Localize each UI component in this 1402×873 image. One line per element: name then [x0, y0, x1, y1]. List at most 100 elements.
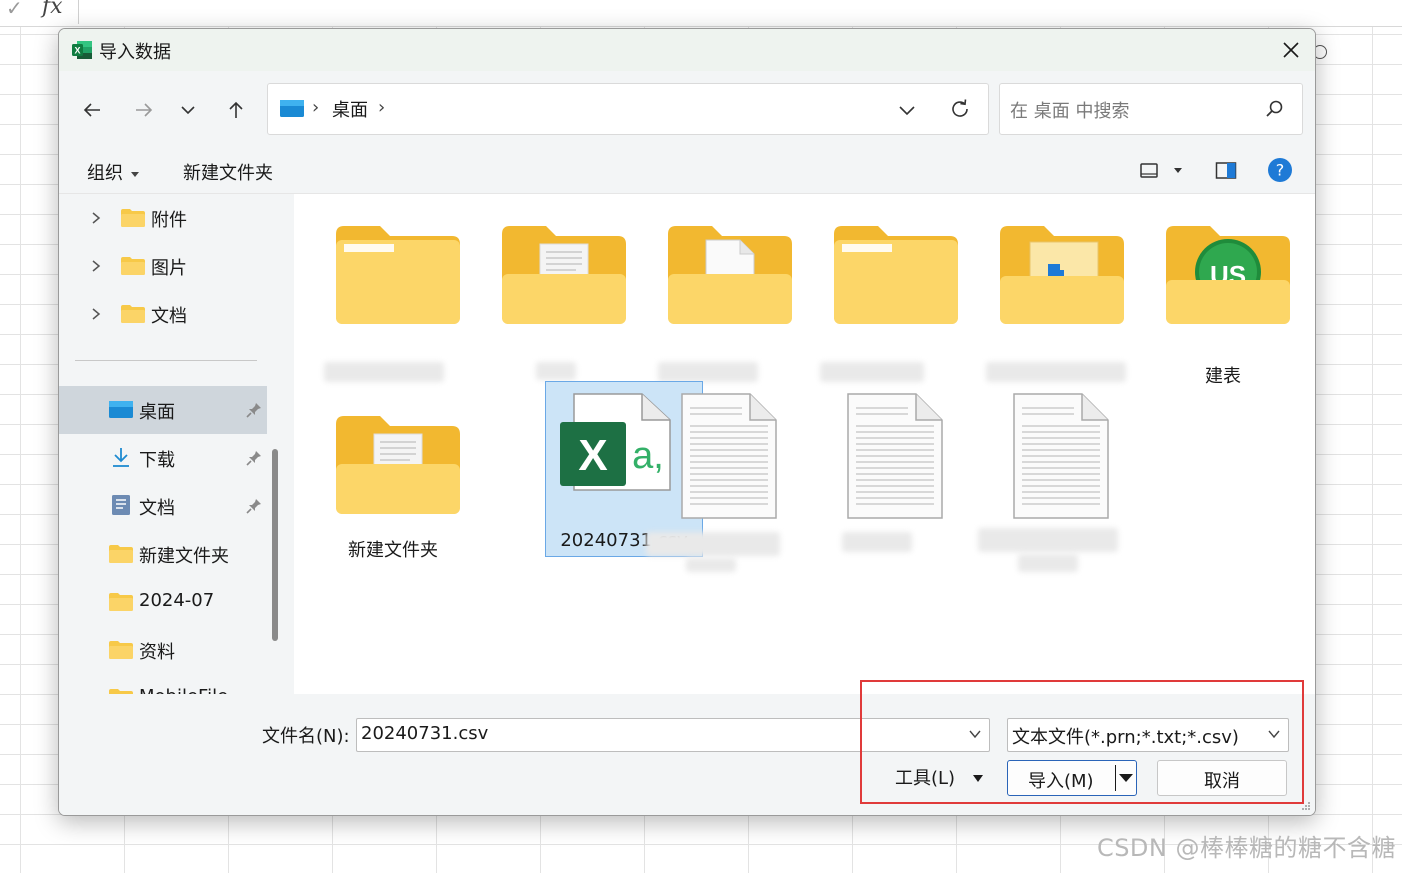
- arrow-up-icon: [229, 101, 243, 118]
- fx-icon[interactable]: fx: [42, 0, 63, 19]
- tree-item-label: 图片: [151, 258, 187, 279]
- folder-logo-icon: US: [1166, 226, 1290, 324]
- excel-app-icon: X: [72, 41, 92, 59]
- path-separator[interactable]: ›: [378, 97, 385, 118]
- caret-down-icon[interactable]: [1173, 167, 1183, 175]
- folder-page-icon: [668, 226, 792, 324]
- redacted-label: [686, 558, 736, 572]
- desktop-icon: [109, 401, 133, 418]
- chevron-right-icon[interactable]: [89, 258, 103, 274]
- tree-item-label: 新建文件夹: [139, 546, 229, 567]
- text-file-icon: [847, 393, 943, 519]
- tree-item-label: 文档: [151, 306, 187, 327]
- up-button[interactable]: [219, 93, 253, 127]
- arrow-left-icon: [83, 103, 100, 117]
- caret-down-icon: [131, 171, 139, 177]
- tree-item-label: 附件: [151, 210, 187, 231]
- annotation-highlight-box: [860, 680, 1304, 804]
- close-button[interactable]: [1267, 29, 1315, 71]
- tree-item-documents[interactable]: 文档: [59, 296, 267, 332]
- file-tile-text-3[interactable]: [978, 392, 1136, 572]
- filename-value: 20240731.csv: [361, 723, 489, 744]
- file-label: 新建文件夹: [348, 540, 438, 561]
- tree-item-pictures[interactable]: 图片: [59, 248, 267, 284]
- quick-access-materials[interactable]: 资料: [59, 632, 267, 668]
- folder-icon: [336, 226, 460, 324]
- help-icon[interactable]: ?: [1267, 157, 1293, 183]
- redacted-label: [658, 362, 758, 382]
- formula-separator: [78, 0, 79, 24]
- redacted-label: [1018, 554, 1078, 572]
- redacted-label: [646, 532, 780, 556]
- chevron-right-icon[interactable]: [89, 210, 103, 226]
- quick-access-mobilefile[interactable]: MobileFile: [59, 680, 267, 694]
- nav-pane-scrollbar[interactable]: [272, 449, 278, 641]
- arrow-right-icon: [136, 103, 153, 117]
- text-file-icon: [681, 393, 777, 519]
- quick-access-new-folder[interactable]: 新建文件夹: [59, 536, 267, 572]
- redacted-label: [978, 528, 1118, 552]
- tree-item-label: 2024-07: [139, 590, 215, 611]
- tree-item-label: 下载: [139, 450, 175, 471]
- path-separator: ›: [312, 97, 320, 118]
- watermark-text: CSDN @棒棒糖的糖不含糖: [1096, 834, 1396, 862]
- file-tile-folder-4[interactable]: [812, 212, 970, 388]
- file-tile-new-folder[interactable]: 新建文件夹: [314, 402, 472, 578]
- chevron-right-icon[interactable]: [89, 306, 103, 322]
- refresh-icon[interactable]: [948, 97, 972, 121]
- quick-access-desktop[interactable]: 桌面: [59, 386, 267, 434]
- file-tile-folder-1[interactable]: [314, 212, 472, 388]
- preview-pane-icon[interactable]: [1215, 161, 1237, 181]
- address-bar[interactable]: › 桌面 ›: [267, 83, 989, 135]
- file-tile-text-1[interactable]: [646, 392, 804, 572]
- folder-icon: [834, 226, 958, 324]
- path-desktop[interactable]: 桌面: [332, 96, 368, 122]
- title-bar: X 导入数据: [59, 29, 1315, 71]
- tree-item-label: MobileFile: [139, 686, 228, 694]
- search-icon: [1266, 100, 1283, 117]
- pane-divider[interactable]: [279, 194, 294, 694]
- quick-access-documents[interactable]: 文档: [59, 488, 267, 524]
- view-mode-icon[interactable]: [1139, 161, 1159, 181]
- tree-item-label: 资料: [139, 642, 175, 663]
- pin-icon[interactable]: [245, 497, 263, 515]
- close-icon: [1283, 42, 1299, 58]
- navigation-row: › 桌面 › 在 桌面 中搜索: [59, 71, 1315, 149]
- back-button[interactable]: [75, 93, 109, 127]
- folder-doc-icon: [502, 226, 626, 324]
- tree-item-attachments[interactable]: 附件: [59, 200, 267, 236]
- text-file-icon: [1013, 393, 1109, 519]
- check-icon[interactable]: ✓: [6, 0, 23, 20]
- file-tile-folder-3[interactable]: [646, 212, 804, 388]
- folder-icon: [109, 593, 133, 611]
- file-tile-folder-jianbiao[interactable]: US 建表: [1144, 212, 1302, 388]
- folder-icon: [121, 257, 145, 275]
- pin-icon[interactable]: [245, 449, 263, 467]
- document-icon: [112, 495, 130, 515]
- pin-icon[interactable]: [245, 401, 263, 419]
- filename-label: 文件名(N):: [262, 726, 350, 747]
- quick-access-2024-07[interactable]: 2024-07: [59, 584, 267, 620]
- redacted-label: [324, 362, 444, 382]
- quick-access-downloads[interactable]: 下载: [59, 440, 267, 476]
- folder-icon: [121, 209, 145, 227]
- new-folder-button[interactable]: 新建文件夹: [183, 159, 273, 185]
- file-tile-folder-2[interactable]: [480, 212, 638, 388]
- formula-bar: ✓ fx: [0, 0, 1402, 27]
- tree-item-label: 桌面: [139, 402, 175, 423]
- search-input[interactable]: 在 桌面 中搜索: [1010, 97, 1129, 123]
- redacted-label: [986, 362, 1126, 382]
- chevron-down-icon[interactable]: [896, 99, 918, 121]
- file-tile-folder-5[interactable]: [978, 212, 1136, 388]
- search-box[interactable]: 在 桌面 中搜索: [999, 83, 1303, 135]
- redacted-label: [820, 362, 924, 382]
- recent-locations-button[interactable]: [171, 93, 205, 127]
- file-tile-text-2[interactable]: [812, 392, 970, 568]
- tree-item-label: 文档: [139, 498, 175, 519]
- organize-button[interactable]: 组织: [87, 159, 139, 185]
- forward-button[interactable]: [127, 93, 161, 127]
- folder-icon: [109, 641, 133, 659]
- download-icon: [113, 448, 129, 467]
- redacted-label: [842, 532, 912, 552]
- folder-blue-icon: [1000, 226, 1124, 324]
